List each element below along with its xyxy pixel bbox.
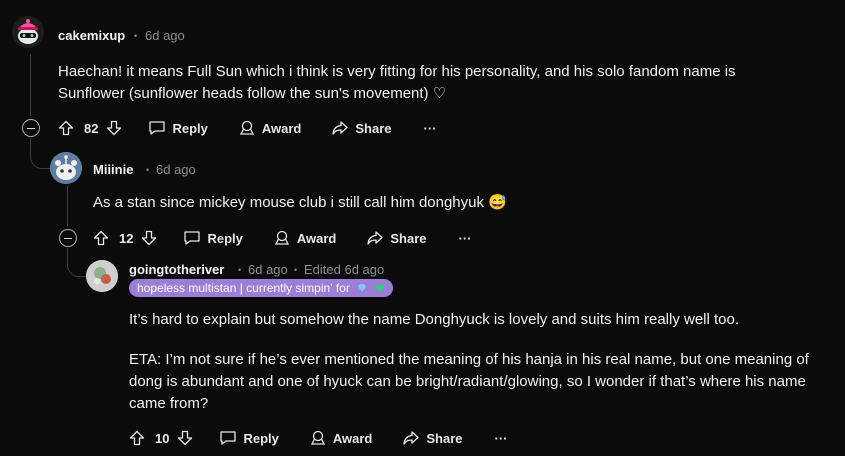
separator: • [134,31,138,41]
downvote-button[interactable] [106,120,122,136]
share-button[interactable]: Share [331,120,392,136]
award-icon [310,430,325,445]
downvote-icon [107,120,122,136]
reply-icon [220,431,237,445]
comment-body-eta: ETA: I’m not sure if he’s ever mentioned… [129,351,809,412]
vote-count: 10 [155,430,170,446]
vote-count: 12 [119,230,134,246]
share-button[interactable]: Share [366,230,427,246]
upvote-icon [93,230,109,246]
downvote-button[interactable] [177,430,193,446]
award-label: Award [296,230,337,246]
comment-actions: 12 Reply Award Share ··· [93,226,472,250]
diamond-icon [358,284,367,292]
award-icon [274,230,289,245]
share-label: Share [426,430,463,446]
share-label: Share [355,120,392,136]
snoo-avatar-icon [12,16,44,48]
snoo-avatar-icon [86,260,118,292]
snoo-avatar-icon [50,152,82,184]
share-button[interactable]: Share [402,430,463,446]
upvote-button[interactable] [58,120,74,136]
comment-actions: 10 Reply Award Share ··· [129,426,508,450]
award-button[interactable]: Award [238,120,302,136]
avatar[interactable] [12,16,44,48]
comment-body: As a stan since mickey mouse club i stil… [93,194,507,211]
comment-body: Haechan! it means Full Sun which i think… [58,63,736,102]
award-button[interactable]: Award [309,430,373,446]
reply-label: Reply [172,120,208,136]
comment-actions: 82 Reply Award Share ··· [58,116,437,140]
downvote-icon [178,430,193,446]
award-label: Award [332,430,373,446]
flair-text: hopeless multistan | currently simpin' f… [137,281,350,295]
timestamp[interactable]: 6d ago [248,262,288,277]
username[interactable]: goingtotheriver [129,262,224,277]
collapse-icon[interactable] [59,229,77,247]
more-icon: ··· [494,430,508,446]
downvote-icon [142,230,157,246]
user-flair: hopeless multistan | currently simpin' f… [129,279,393,297]
username[interactable]: cakemixup [58,28,125,43]
share-icon [332,121,349,135]
timestamp[interactable]: 6d ago [156,162,196,177]
upvote-icon [129,430,145,446]
heart-icon [375,284,384,292]
reply-button[interactable]: Reply [148,120,208,136]
reply-icon [149,121,166,135]
collapse-icon[interactable] [22,119,40,137]
share-icon [403,431,420,445]
upvote-icon [58,120,74,136]
reply-button[interactable]: Reply [183,230,243,246]
separator: • [238,265,242,275]
username[interactable]: Miiinie [93,162,133,177]
avatar[interactable] [86,260,118,292]
share-label: Share [390,230,427,246]
more-icon: ··· [423,120,437,136]
separator: • [294,265,298,275]
upvote-button[interactable] [129,430,145,446]
avatar[interactable] [50,152,82,184]
downvote-button[interactable] [141,230,157,246]
more-options-button[interactable]: ··· [495,431,508,446]
reply-label: Reply [243,430,279,446]
more-icon: ··· [458,230,472,246]
award-icon [239,120,254,135]
reply-label: Reply [207,230,243,246]
thread-line-1[interactable] [30,54,31,116]
thread-line-2[interactable] [67,186,68,226]
award-button[interactable]: Award [273,230,337,246]
upvote-button[interactable] [93,230,109,246]
more-options-button[interactable]: ··· [424,121,437,136]
comment-body: It’s hard to explain but somehow the nam… [129,311,740,328]
separator: • [146,165,150,175]
timestamp[interactable]: 6d ago [145,28,185,43]
vote-count: 82 [84,120,99,136]
reply-icon [184,231,201,245]
share-icon [367,231,384,245]
edited-timestamp: Edited 6d ago [304,262,385,277]
award-label: Award [261,120,302,136]
reply-button[interactable]: Reply [219,430,279,446]
more-options-button[interactable]: ··· [459,231,472,246]
